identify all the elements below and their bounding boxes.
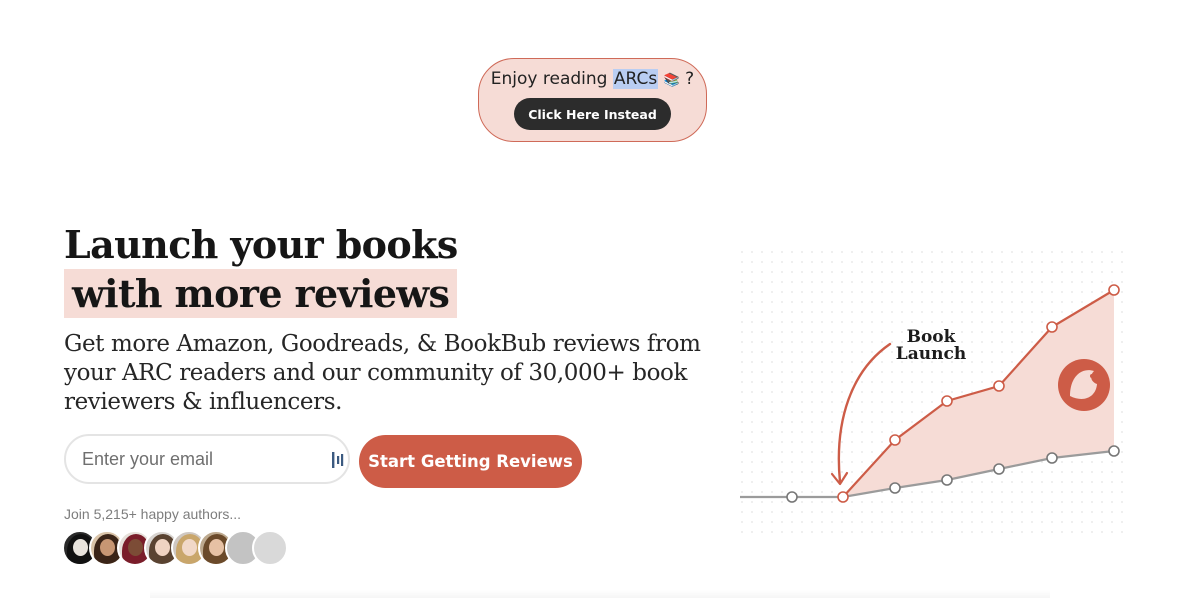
- books-emoji-icon: 📚: [663, 73, 680, 88]
- baseline-point: [786, 491, 798, 503]
- growth-point: [941, 395, 953, 407]
- baseline-point: [1108, 445, 1120, 457]
- section-divider: [150, 590, 1050, 598]
- hero-subtitle: Get more Amazon, Goodreads, & BookBub re…: [64, 331, 701, 415]
- arc-banner: Enjoy reading ARCs 📚 ? Click Here Instea…: [478, 58, 707, 142]
- avatar-placeholder: [252, 530, 288, 566]
- growth-point: [1046, 321, 1058, 333]
- hero-title-line2-highlight: with more reviews: [64, 269, 458, 318]
- baseline-point: [1046, 452, 1058, 464]
- brand-logo-icon: [1058, 359, 1110, 411]
- click-here-instead-button[interactable]: Click Here Instead: [514, 98, 671, 130]
- arc-text-after: ?: [679, 69, 695, 89]
- arc-banner-text: Enjoy reading ARCs 📚 ?: [491, 69, 694, 89]
- email-input[interactable]: [82, 448, 312, 470]
- book-launch-illustration: Book Launch: [740, 250, 1125, 540]
- growth-point: [1108, 284, 1120, 296]
- baseline-point: [993, 463, 1005, 475]
- book-launch-label-line2: Launch: [896, 344, 966, 364]
- author-avatars: [62, 530, 292, 567]
- password-manager-icon[interactable]: [332, 452, 344, 468]
- start-getting-reviews-button[interactable]: Start Getting Reviews: [359, 435, 582, 488]
- hero-title: Launch your books with more reviews: [64, 220, 458, 318]
- hero-title-line1: Launch your books: [64, 222, 458, 267]
- arc-text-before: Enjoy reading: [490, 69, 613, 89]
- launch-point: [837, 491, 849, 503]
- email-field-wrapper: [64, 434, 350, 484]
- growth-point: [889, 434, 901, 446]
- baseline-point: [941, 474, 953, 486]
- baseline-point: [889, 482, 901, 494]
- join-authors-text: Join 5,215+ happy authors...: [64, 506, 242, 522]
- arc-highlight: ARCs: [612, 69, 659, 89]
- growth-point: [993, 380, 1005, 392]
